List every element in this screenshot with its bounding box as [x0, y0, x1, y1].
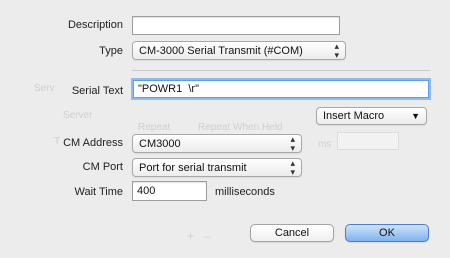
insert-macro-popup[interactable]: Insert Macro ▼ — [316, 107, 427, 125]
insert-macro-label: Insert Macro — [323, 110, 385, 122]
separator — [132, 70, 430, 71]
cm-address-value: CM3000 — [139, 137, 181, 150]
serial-text-input[interactable] — [133, 80, 429, 98]
updown-arrows-icon: ▴ ▾ — [290, 157, 295, 177]
updown-arrows-icon: ▴ ▾ — [290, 133, 295, 153]
cm-port-label: CM Port — [82, 161, 123, 173]
ghost-serv-label: Serv — [34, 83, 55, 94]
type-value: CM-3000 Serial Transmit (#COM) — [139, 44, 303, 57]
type-label: Type — [99, 45, 123, 57]
ghost-plus: + — [187, 229, 195, 243]
cm-address-label: CM Address — [63, 137, 123, 149]
ghost-ms-label: ms — [318, 139, 332, 150]
serial-text-label: Serial Text — [71, 85, 123, 97]
wait-time-input[interactable] — [132, 181, 207, 201]
ghost-minus: – — [204, 229, 211, 243]
type-popup[interactable]: CM-3000 Serial Transmit (#COM) ▴ ▾ — [132, 41, 346, 60]
ok-button[interactable]: OK — [345, 224, 429, 242]
wait-time-unit: milliseconds — [215, 186, 275, 198]
updown-arrows-icon: ▴ ▾ — [334, 40, 339, 60]
cm-port-popup[interactable]: Port for serial transmit ▴ ▾ — [132, 158, 302, 177]
description-label: Description — [67, 19, 123, 31]
ghost-repeat-label: Repeat — [138, 122, 171, 133]
wait-time-label: Wait Time — [74, 186, 124, 198]
ghost-repeat-when-held-label: Repeat When Held — [198, 122, 283, 133]
ghost-t-label: T — [54, 136, 61, 147]
cancel-button[interactable]: Cancel — [250, 224, 334, 242]
description-input[interactable] — [132, 16, 340, 35]
chevron-down-icon: ▼ — [411, 111, 420, 121]
ghost-field — [337, 132, 399, 150]
cm-address-popup[interactable]: CM3000 ▴ ▾ — [132, 134, 302, 153]
cm-port-value: Port for serial transmit — [139, 161, 247, 174]
ghost-server-label: Server — [63, 110, 93, 121]
